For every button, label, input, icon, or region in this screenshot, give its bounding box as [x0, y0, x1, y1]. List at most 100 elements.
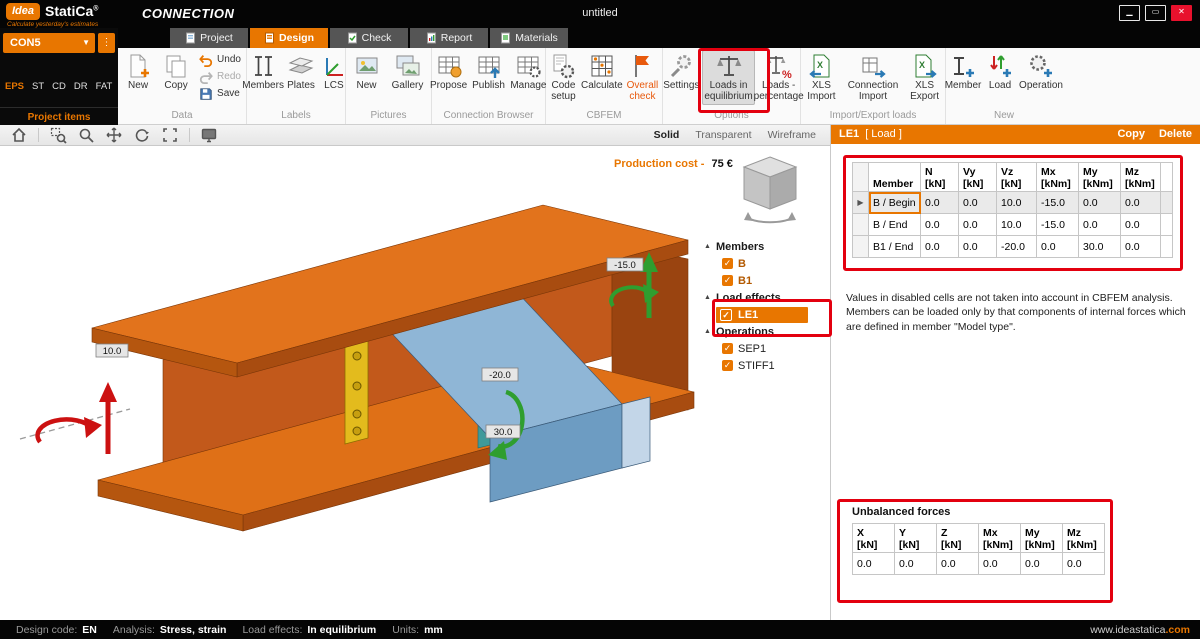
idea-statica-connection-window: Idea StatiCa® Calculate yesterday's esti…	[0, 0, 1200, 639]
value-cell-vy[interactable]: 0.0	[959, 214, 997, 236]
tree-group-operations[interactable]: ▲ Operations	[698, 323, 828, 340]
row-selector[interactable]	[853, 214, 869, 236]
nav-dr[interactable]: DR	[74, 81, 88, 92]
3d-scene[interactable]: -15.0 10.0 -20.0 30.0	[0, 146, 830, 620]
ribbon-button-new-picture[interactable]: New	[349, 50, 385, 94]
ribbon-button-redo[interactable]: Redo	[196, 68, 244, 85]
zoom-icon[interactable]	[77, 126, 95, 144]
value-cell-vy[interactable]: 0.0	[959, 236, 997, 258]
ribbon-button-loads-in-equilibrium[interactable]: Loads in equilibrium	[702, 50, 754, 105]
checkbox-checked-icon[interactable]: ✓	[722, 360, 733, 371]
zoom-window-icon[interactable]	[49, 126, 67, 144]
zoom-fit-icon[interactable]	[161, 126, 179, 144]
member-cell[interactable]: B / End	[869, 214, 921, 236]
row-selector[interactable]: ▶	[853, 192, 869, 214]
value-cell-vy[interactable]: 0.0	[959, 192, 997, 214]
ribbon-button-new-load[interactable]: Load	[985, 50, 1015, 94]
ribbon-button-calculate[interactable]: Calculate	[581, 50, 623, 94]
tree-item-member-b1[interactable]: ✓ B1	[698, 272, 828, 289]
table-row-b1-end[interactable]: B1 / End 0.0 0.0 -20.0 0.0 30.0 0.0	[853, 236, 1173, 258]
home-view-icon[interactable]	[10, 126, 28, 144]
table-row-b-end[interactable]: B / End 0.0 0.0 10.0 -15.0 0.0 0.0	[853, 214, 1173, 236]
view-settings-icon[interactable]	[200, 126, 218, 144]
tab-project[interactable]: Project	[170, 28, 248, 48]
tree-group-members[interactable]: ▲ Members	[698, 238, 828, 255]
value-cell-n[interactable]: 0.0	[921, 236, 959, 258]
close-button[interactable]: ✕	[1171, 5, 1192, 21]
value-cell-n[interactable]: 0.0	[921, 192, 959, 214]
project-item-options-button[interactable]: ⋮	[98, 33, 115, 53]
value-cell-mx[interactable]: -15.0	[1037, 192, 1079, 214]
copy-load-button[interactable]: Copy	[1117, 125, 1145, 144]
value-cell-my[interactable]: 0.0	[1079, 214, 1121, 236]
value-cell-vz[interactable]: 10.0	[997, 214, 1037, 236]
value-cell-vz[interactable]: -20.0	[997, 236, 1037, 258]
mode-transparent[interactable]: Transparent	[695, 129, 751, 141]
ribbon-button-xls-export[interactable]: X XLS Export	[904, 50, 945, 105]
member-cell[interactable]: B1 / End	[869, 236, 921, 258]
tree-item-stiff1[interactable]: ✓ STIFF1	[698, 357, 828, 374]
tab-design[interactable]: Design	[250, 28, 328, 48]
value-cell-n[interactable]: 0.0	[921, 214, 959, 236]
calculate-icon	[589, 53, 615, 79]
value-cell-vz[interactable]: 10.0	[997, 192, 1037, 214]
ribbon-button-new-item[interactable]: New	[120, 50, 156, 94]
value-cell-mx[interactable]: -15.0	[1037, 214, 1079, 236]
delete-load-button[interactable]: Delete	[1159, 125, 1192, 144]
3d-viewport[interactable]: -15.0 10.0 -20.0 30.0 Production cost - …	[0, 146, 830, 620]
ribbon-button-lcs[interactable]: LCS	[319, 50, 349, 94]
ribbon-button-propose[interactable]: Propose	[429, 50, 468, 94]
navigation-cube[interactable]	[738, 154, 802, 232]
ribbon-button-gallery[interactable]: Gallery	[387, 50, 429, 94]
nav-cd[interactable]: CD	[52, 81, 66, 92]
project-item-dropdown[interactable]: CON5 ▼	[3, 33, 95, 53]
ribbon-button-publish[interactable]: Publish	[470, 50, 507, 94]
ribbon-button-connection-import[interactable]: Connection Import	[843, 50, 903, 105]
mode-solid[interactable]: Solid	[654, 129, 680, 141]
new-document-icon	[125, 53, 151, 79]
tab-check[interactable]: Check	[330, 28, 408, 48]
rotate-view-icon[interactable]	[133, 126, 151, 144]
value-cell-mz[interactable]: 0.0	[1121, 192, 1161, 214]
ribbon-button-loads-percentage[interactable]: % Loads - percentage	[756, 50, 802, 105]
checkbox-checked-icon[interactable]: ✓	[720, 309, 732, 321]
value-cell-mz[interactable]: 0.0	[1121, 214, 1161, 236]
ribbon-button-plates[interactable]: Plates	[285, 50, 317, 94]
minimize-button[interactable]: ▁	[1119, 5, 1140, 21]
checkbox-checked-icon[interactable]: ✓	[722, 275, 733, 286]
member-cell[interactable]: B / Begin	[869, 192, 921, 214]
svg-text:30.0: 30.0	[494, 427, 513, 438]
tab-report[interactable]: Report	[410, 28, 488, 48]
value-cell-mx[interactable]: 0.0	[1037, 236, 1079, 258]
tab-materials[interactable]: Materials	[490, 28, 568, 48]
ribbon-button-overall-check[interactable]: Overall check	[623, 50, 662, 105]
value-cell-my[interactable]: 0.0	[1079, 192, 1121, 214]
tree-item-le1-selected[interactable]: ✓ LE1	[698, 306, 828, 323]
nav-eps[interactable]: EPS	[5, 81, 24, 92]
ribbon-button-xls-import[interactable]: X XLS Import	[801, 50, 842, 105]
row-selector[interactable]	[853, 236, 869, 258]
ribbon-button-members[interactable]: Members	[243, 50, 283, 94]
tree-group-load-effects[interactable]: ▲ Load effects	[698, 289, 828, 306]
tree-item-sep1[interactable]: ✓ SEP1	[698, 340, 828, 357]
ribbon-button-code-setup[interactable]: Code setup	[546, 50, 581, 105]
website-link[interactable]: www.ideastatica.com	[1090, 624, 1190, 636]
ribbon-button-settings[interactable]: Settings	[661, 50, 701, 94]
mode-wireframe[interactable]: Wireframe	[768, 129, 816, 141]
pan-icon[interactable]	[105, 126, 123, 144]
ribbon-button-save[interactable]: Save	[196, 85, 244, 102]
checkbox-checked-icon[interactable]: ✓	[722, 258, 733, 269]
checkbox-checked-icon[interactable]: ✓	[722, 343, 733, 354]
maximize-button[interactable]: ▭	[1145, 5, 1166, 21]
ribbon-button-undo[interactable]: Undo	[196, 51, 244, 68]
ribbon-button-new-operation[interactable]: Operation	[1017, 50, 1065, 94]
ribbon-button-manage[interactable]: Manage	[509, 50, 548, 94]
nav-st[interactable]: ST	[32, 81, 44, 92]
ribbon-button-new-member[interactable]: Member	[943, 50, 983, 94]
value-cell-my[interactable]: 30.0	[1079, 236, 1121, 258]
value-cell-mz[interactable]: 0.0	[1121, 236, 1161, 258]
table-row-b-begin[interactable]: ▶ B / Begin 0.0 0.0 10.0 -15.0 0.0 0.0	[853, 192, 1173, 214]
ribbon-button-copy-item[interactable]: Copy	[158, 50, 194, 94]
tree-item-member-b[interactable]: ✓ B	[698, 255, 828, 272]
nav-fat[interactable]: FAT	[96, 81, 113, 92]
